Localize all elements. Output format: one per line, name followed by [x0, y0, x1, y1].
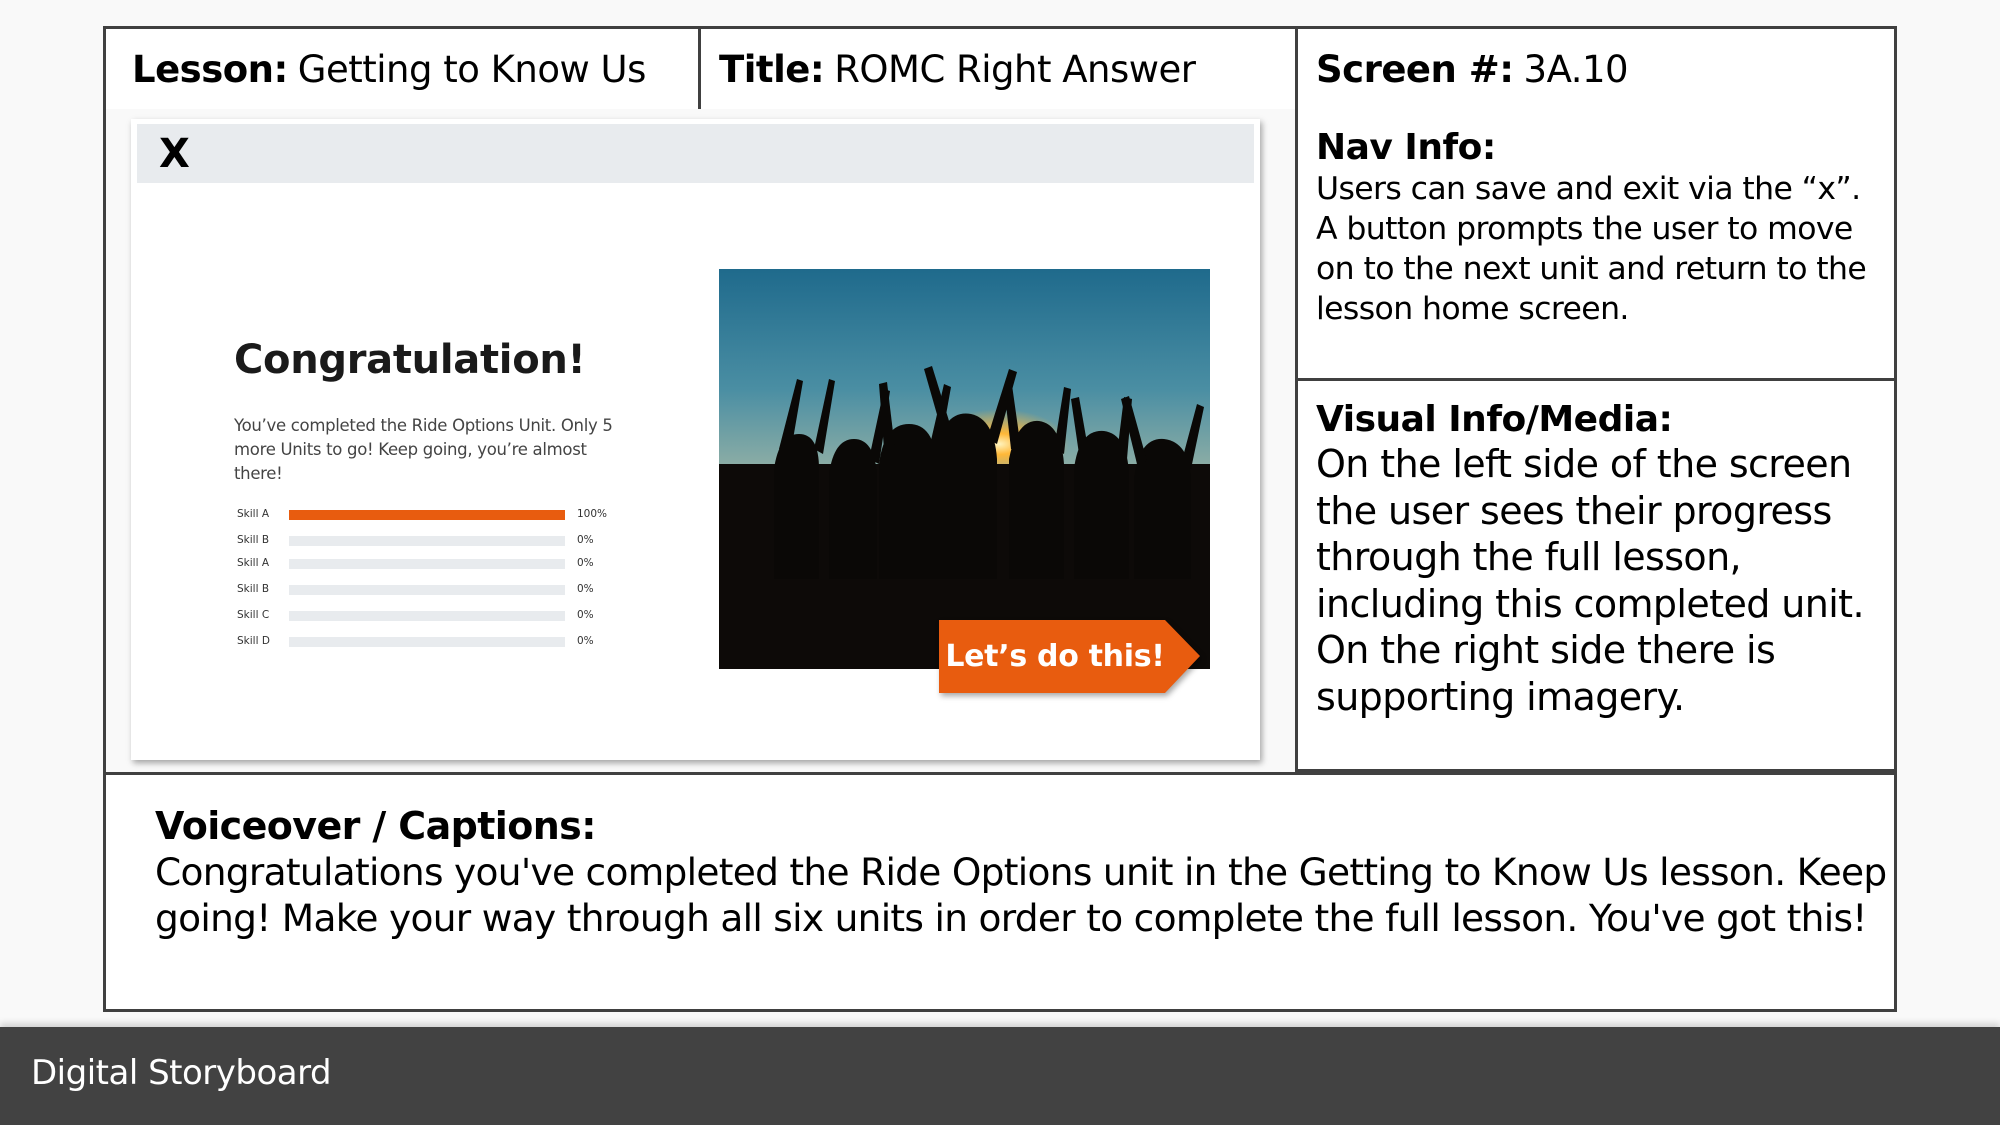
skill-label: Skill D	[237, 635, 270, 647]
lesson-value: Getting to Know Us	[297, 47, 647, 91]
visual-info-box: Visual Info/Media: On the left side of t…	[1298, 381, 1894, 769]
skill-percent: 0%	[577, 557, 594, 569]
nav-info-box: Nav Info: Users can save and exit via th…	[1298, 109, 1894, 381]
skill-progress-track	[289, 536, 565, 546]
skill-row: Skill C 0%	[237, 607, 627, 623]
skill-percent: 100%	[577, 508, 608, 520]
skill-label: Skill B	[237, 583, 270, 595]
title-label: Title:	[719, 47, 825, 91]
screen-mockup: X Congratulation! You’ve completed the R…	[131, 119, 1260, 760]
header-row: Lesson: Getting to Know Us Title: ROMC R…	[103, 26, 1897, 112]
screen-cell: Screen #: 3A.10	[1298, 29, 1894, 109]
skill-label: Skill A	[237, 508, 270, 520]
skill-progress-track	[289, 510, 565, 520]
footer-bar: Digital Storyboard	[0, 1027, 2000, 1125]
skill-progress-track	[289, 559, 565, 569]
title-cell: Title: ROMC Right Answer	[701, 29, 1298, 109]
captions-box: Voiceover / Captions: Congratulations yo…	[103, 772, 1897, 1012]
congrats-message: You’ve completed the Ride Options Unit. …	[234, 416, 613, 483]
skill-row: Skill A 0%	[237, 555, 627, 571]
skill-row: Skill B 0%	[237, 581, 627, 597]
skill-label: Skill C	[237, 609, 270, 621]
skill-progress-fill	[289, 510, 565, 520]
skill-label: Skill A	[237, 557, 270, 569]
lets-do-this-button[interactable]: Let’s do this!	[939, 620, 1200, 693]
lesson-label: Lesson:	[132, 47, 288, 91]
skill-progress-track	[289, 585, 565, 595]
captions-text: Congratulations you've completed the Rid…	[155, 850, 1887, 940]
skill-progress-track	[289, 611, 565, 621]
skill-label: Skill B	[237, 534, 270, 546]
skill-percent: 0%	[577, 583, 594, 595]
close-icon[interactable]: X	[159, 130, 190, 178]
screen-value: 3A.10	[1523, 47, 1629, 91]
skill-percent: 0%	[577, 534, 594, 546]
info-column: Nav Info: Users can save and exit via th…	[1295, 109, 1897, 772]
skill-percent: 0%	[577, 635, 594, 647]
visual-info-title: Visual Info/Media:	[1316, 399, 1673, 440]
visual-info-text: On the left side of the screen the user …	[1316, 442, 1865, 719]
photo-illustration	[719, 269, 1210, 669]
title-value: ROMC Right Answer	[834, 47, 1196, 91]
congrats-heading: Congratulation!	[234, 337, 586, 383]
skill-progress-track	[289, 637, 565, 647]
lesson-cell: Lesson: Getting to Know Us	[106, 29, 701, 109]
skill-row: Skill D 0%	[237, 633, 627, 649]
sunset-group-photo	[719, 269, 1210, 669]
nav-info-title: Nav Info:	[1316, 127, 1496, 168]
screen-label: Screen #:	[1316, 47, 1514, 91]
nav-info-text: Users can save and exit via the “x”. A b…	[1316, 171, 1867, 327]
captions-title: Voiceover / Captions:	[155, 804, 596, 848]
skill-row: Skill B 0%	[237, 532, 627, 548]
cta-label: Let’s do this!	[945, 639, 1165, 674]
skill-percent: 0%	[577, 609, 594, 621]
skill-row: Skill A 100%	[237, 506, 627, 522]
mockup-top-bar: X	[137, 124, 1254, 183]
footer-label: Digital Storyboard	[31, 1053, 332, 1093]
